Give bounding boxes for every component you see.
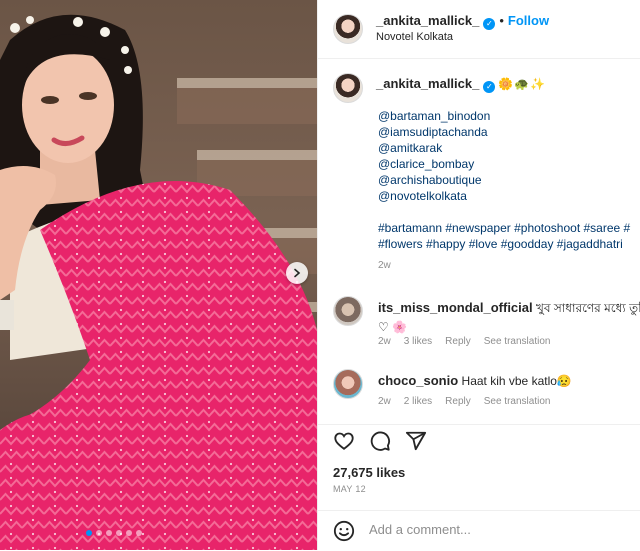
comment-text: its_miss_mondal_official খুব সাধারণের মধ… [378,300,640,334]
caption-header: _ankita_mallick_ ✓ 🌼🐢✨ [376,75,546,93]
hashtag-list: #bartamann #newspaper #photoshoot #saree… [378,220,630,252]
caption-body: @bartaman_binodon @iamsudiptachanda @amitk… [378,108,630,252]
carousel-dot [116,530,122,536]
mention-link[interactable]: @amitkarak [378,140,630,156]
carousel-dot [96,530,102,536]
post-header: _ankita_mallick_ ✓ • Follow Novotel Kolkata [318,0,640,59]
add-comment-bar: Add a comment... [318,510,640,551]
comment-likes[interactable]: 3 likes [404,336,432,347]
author-line: _ankita_mallick_ ✓ • Follow [376,13,549,30]
hashtag-line[interactable]: #flowers #happy #love #goodday #jagaddha… [378,236,630,252]
follow-button[interactable]: Follow [508,13,549,28]
see-translation-button[interactable]: See translation [484,396,551,407]
comment-body: খুব সাধারণের মধ্যে তুমি [535,301,640,315]
mention-link[interactable]: @archishaboutique [378,172,630,188]
mention-link[interactable]: @clarice_bombay [378,156,630,172]
verified-badge-icon: ✓ [483,18,496,30]
carousel-dot [86,530,92,536]
commenter-avatar[interactable] [333,369,363,399]
carousel-dot [126,530,132,536]
add-comment-input[interactable]: Add a comment... [369,522,471,537]
comment-body: Haat kih vbe katlo😥 [461,374,572,388]
comment-likes[interactable]: 2 likes [404,396,432,407]
post-date: MAY 12 [333,484,366,494]
comment-body-line2: ♡ 🌸 [378,320,408,334]
heart-icon[interactable] [333,430,355,452]
author-avatar[interactable] [333,14,363,44]
comment-meta: 2w 2 likes Reply See translation [378,396,563,407]
separator-dot: • [499,13,504,28]
carousel-dot [106,530,112,536]
model-illustration [0,14,317,550]
likes-count[interactable]: 27,675 likes [333,465,405,480]
caption-emojis: 🌼🐢✨ [498,77,547,91]
carousel-indicator [86,530,142,536]
next-slide-button[interactable] [286,262,308,284]
author-username[interactable]: _ankita_mallick_ [376,13,479,28]
see-translation-button[interactable]: See translation [484,336,551,347]
mention-link[interactable]: @iamsudiptachanda [378,124,630,140]
caption-and-comments[interactable]: _ankita_mallick_ ✓ 🌼🐢✨ @bartaman_binodon @i… [318,59,640,424]
chevron-right-icon [294,268,301,278]
carousel-dot [136,530,142,536]
hashtag-line[interactable]: #bartamann #newspaper #photoshoot #saree… [378,220,630,236]
mention-link[interactable]: @bartaman_binodon [378,108,630,124]
comment-text: choco_sonio Haat kih vbe katlo😥 [378,373,572,388]
comment-time: 2w [378,336,391,347]
reply-button[interactable]: Reply [445,336,471,347]
comment-meta: 2w 3 likes Reply See translation [378,336,563,347]
caption-timestamp: 2w [378,260,391,271]
caption-username[interactable]: _ankita_mallick_ [376,76,479,91]
reply-button[interactable]: Reply [445,396,471,407]
commenter-username[interactable]: its_miss_mondal_official [378,300,533,315]
mention-list: @bartaman_binodon @iamsudiptachanda @amitk… [378,108,630,204]
verified-badge-icon: ✓ [483,81,496,93]
caption-avatar[interactable] [333,73,363,103]
comment-icon[interactable] [369,430,391,452]
commenter-avatar[interactable] [333,296,363,326]
post-details-pane: _ankita_mallick_ ✓ • Follow Novotel Kolkata… [317,0,640,550]
comment-time: 2w [378,396,391,407]
post-image[interactable] [0,0,317,550]
commenter-username[interactable]: choco_sonio [378,373,458,388]
mention-link[interactable]: @novotelkolkata [378,188,630,204]
post-location[interactable]: Novotel Kolkata [376,31,453,43]
share-icon[interactable] [405,430,427,452]
smiley-icon[interactable] [333,520,355,542]
